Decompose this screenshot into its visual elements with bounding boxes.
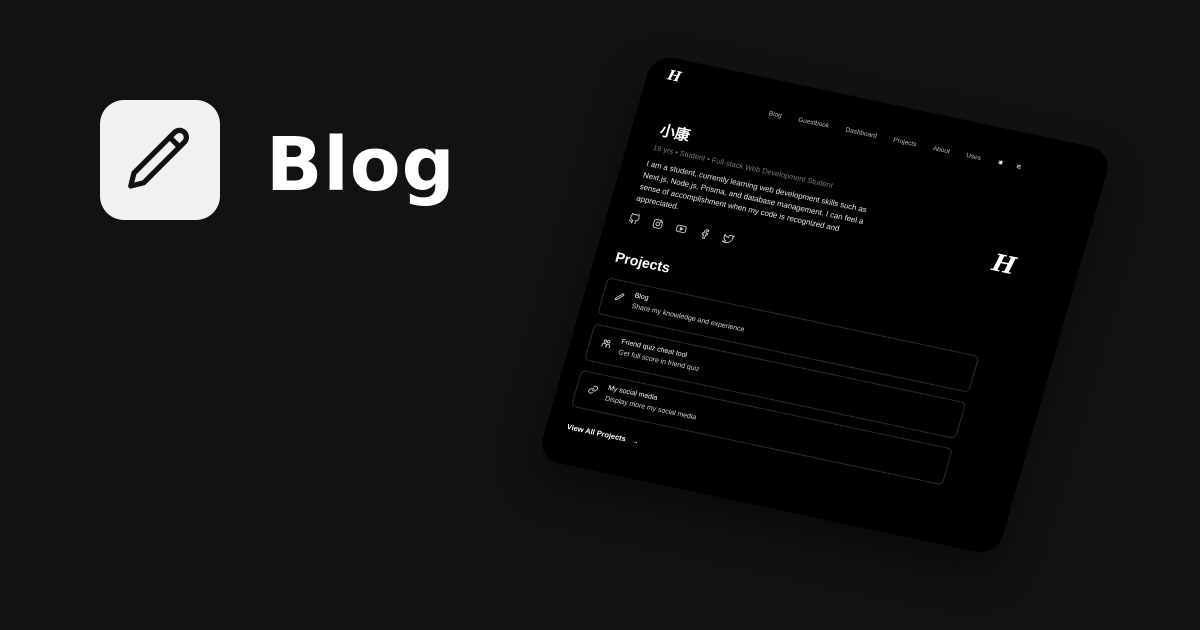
site-logo[interactable]: H — [666, 68, 683, 86]
brand-title: Blog — [266, 122, 456, 208]
pencil-icon — [128, 127, 189, 189]
nav-item-uses[interactable]: Uses — [965, 152, 981, 162]
hero-name: 小康 — [657, 121, 693, 145]
projects-heading: Projects — [613, 248, 673, 276]
og-image-canvas: Blog H Blog Guestbook Dashboard Projects… — [0, 0, 1200, 630]
nav-item-blog[interactable]: Blog — [768, 110, 783, 119]
menu-icon[interactable]: ≡ — [1015, 162, 1022, 172]
people-icon — [601, 339, 611, 349]
twitter-icon[interactable] — [721, 232, 735, 245]
view-all-label: View All Projects — [565, 422, 627, 444]
nav-item-projects[interactable]: Projects — [892, 137, 917, 149]
app-icon — [100, 100, 220, 220]
youtube-icon[interactable] — [674, 223, 688, 236]
hero-logo: H — [989, 247, 1020, 281]
website-preview: H Blog Guestbook Dashboard Projects Abou… — [537, 53, 1113, 557]
top-nav: Blog Guestbook Dashboard Projects About … — [768, 109, 1023, 171]
instagram-icon[interactable] — [651, 218, 665, 231]
nav-item-dashboard[interactable]: Dashboard — [845, 127, 878, 140]
github-icon[interactable] — [627, 213, 641, 226]
view-all-projects-link[interactable]: View All Projects → — [566, 422, 640, 446]
pencil-icon — [614, 293, 625, 300]
sun-icon[interactable]: ✷ — [996, 158, 1005, 168]
facebook-icon[interactable] — [698, 228, 712, 241]
link-icon — [588, 385, 599, 394]
project-title: Blog — [633, 292, 650, 303]
project-description: Share my knowledge and experience — [630, 302, 746, 334]
arrow-right-icon: → — [630, 435, 641, 447]
nav-item-about[interactable]: About — [932, 145, 951, 155]
nav-item-guestbook[interactable]: Guestbook — [797, 117, 830, 130]
